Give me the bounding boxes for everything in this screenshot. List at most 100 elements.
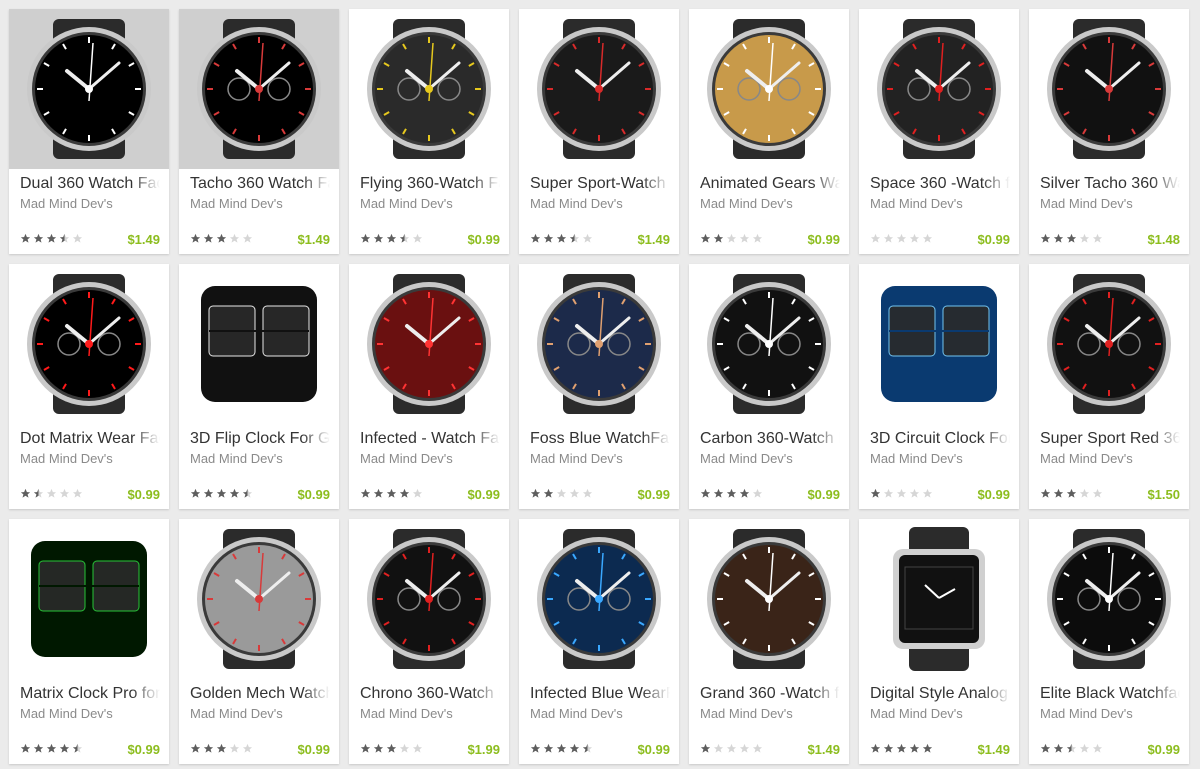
app-title[interactable]: Infected - Watch Face bbox=[360, 430, 500, 448]
app-developer[interactable]: Mad Mind Dev's bbox=[700, 196, 840, 211]
app-thumbnail[interactable] bbox=[1029, 519, 1189, 679]
app-developer[interactable]: Mad Mind Dev's bbox=[190, 196, 330, 211]
app-title[interactable]: 3D Flip Clock For Gear bbox=[190, 430, 330, 448]
app-developer[interactable]: Mad Mind Dev's bbox=[1040, 196, 1180, 211]
app-card[interactable]: Carbon 360-Watch Face Mad Mind Dev's $0.99 bbox=[689, 264, 849, 509]
app-title[interactable]: Elite Black Watchface bbox=[1040, 685, 1180, 703]
app-card[interactable]: 3D Flip Clock For Gear Mad Mind Dev's $0.9… bbox=[179, 264, 339, 509]
app-price[interactable]: $0.99 bbox=[127, 487, 160, 502]
app-developer[interactable]: Mad Mind Dev's bbox=[360, 451, 500, 466]
app-developer[interactable]: Mad Mind Dev's bbox=[1040, 451, 1180, 466]
app-developer[interactable]: Mad Mind Dev's bbox=[20, 706, 160, 721]
app-card[interactable]: Super Sport-Watch Face Mad Mind Dev's $1.4… bbox=[519, 9, 679, 254]
app-price[interactable]: $0.99 bbox=[637, 487, 670, 502]
app-title[interactable]: Infected Blue WearFace bbox=[530, 685, 670, 703]
app-price[interactable]: $0.99 bbox=[297, 487, 330, 502]
app-price[interactable]: $0.99 bbox=[297, 742, 330, 757]
app-price[interactable]: $0.99 bbox=[977, 487, 1010, 502]
app-title[interactable]: Space 360 -Watch face bbox=[870, 175, 1010, 193]
app-card[interactable]: Flying 360-Watch Face Mad Mind Dev's $0.99 bbox=[349, 9, 509, 254]
app-developer[interactable]: Mad Mind Dev's bbox=[360, 706, 500, 721]
app-price[interactable]: $0.99 bbox=[807, 487, 840, 502]
app-card[interactable]: Animated Gears Watch Face Mad Mind Dev's $… bbox=[689, 9, 849, 254]
app-card[interactable]: Digital Style Analog Mad Mind Dev's $1.49 bbox=[859, 519, 1019, 764]
app-developer[interactable]: Mad Mind Dev's bbox=[700, 451, 840, 466]
app-card[interactable]: Elite Black Watchface Mad Mind Dev's $0.99 bbox=[1029, 519, 1189, 764]
app-title[interactable]: Super Sport Red 360 bbox=[1040, 430, 1180, 448]
app-price[interactable]: $1.49 bbox=[807, 742, 840, 757]
app-developer[interactable]: Mad Mind Dev's bbox=[530, 451, 670, 466]
app-developer[interactable]: Mad Mind Dev's bbox=[190, 451, 330, 466]
app-title[interactable]: Silver Tacho 360 Watch Face bbox=[1040, 175, 1180, 193]
app-title[interactable]: Dual 360 Watch Face bbox=[20, 175, 160, 193]
app-card[interactable]: Infected - Watch Face Mad Mind Dev's $0.99 bbox=[349, 264, 509, 509]
app-title[interactable]: Dot Matrix Wear Face bbox=[20, 430, 160, 448]
app-thumbnail[interactable] bbox=[1029, 9, 1189, 169]
app-thumbnail[interactable] bbox=[179, 9, 339, 169]
app-thumbnail[interactable] bbox=[859, 9, 1019, 169]
app-thumbnail[interactable] bbox=[689, 519, 849, 679]
app-title[interactable]: Golden Mech Watch Face bbox=[190, 685, 330, 703]
app-card[interactable]: Space 360 -Watch face Mad Mind Dev's $0.99 bbox=[859, 9, 1019, 254]
app-price[interactable]: $1.49 bbox=[977, 742, 1010, 757]
app-thumbnail[interactable] bbox=[859, 264, 1019, 424]
app-thumbnail[interactable] bbox=[179, 264, 339, 424]
app-developer[interactable]: Mad Mind Dev's bbox=[870, 196, 1010, 211]
app-card[interactable]: Dual 360 Watch Face Mad Mind Dev's $1.49 bbox=[9, 9, 169, 254]
app-price[interactable]: $1.49 bbox=[297, 232, 330, 247]
app-price[interactable]: $0.99 bbox=[467, 232, 500, 247]
app-price[interactable]: $0.99 bbox=[977, 232, 1010, 247]
app-price[interactable]: $0.99 bbox=[467, 487, 500, 502]
app-thumbnail[interactable] bbox=[9, 9, 169, 169]
app-title[interactable]: Foss Blue WatchFace bbox=[530, 430, 670, 448]
app-thumbnail[interactable] bbox=[519, 9, 679, 169]
app-thumbnail[interactable] bbox=[859, 519, 1019, 679]
app-title[interactable]: Tacho 360 Watch Face bbox=[190, 175, 330, 193]
app-developer[interactable]: Mad Mind Dev's bbox=[530, 706, 670, 721]
app-thumbnail[interactable] bbox=[1029, 264, 1189, 424]
app-title[interactable]: Chrono 360-Watch Face bbox=[360, 685, 500, 703]
app-price[interactable]: $0.99 bbox=[807, 232, 840, 247]
app-thumbnail[interactable] bbox=[349, 519, 509, 679]
app-title[interactable]: Grand 360 -Watch face bbox=[700, 685, 840, 703]
app-title[interactable]: Carbon 360-Watch Face bbox=[700, 430, 840, 448]
app-card[interactable]: Infected Blue WearFace Mad Mind Dev's $0.9… bbox=[519, 519, 679, 764]
app-price[interactable]: $1.49 bbox=[637, 232, 670, 247]
app-developer[interactable]: Mad Mind Dev's bbox=[190, 706, 330, 721]
app-developer[interactable]: Mad Mind Dev's bbox=[20, 451, 160, 466]
app-developer[interactable]: Mad Mind Dev's bbox=[530, 196, 670, 211]
app-price[interactable]: $0.99 bbox=[127, 742, 160, 757]
app-title[interactable]: Matrix Clock Pro for Gear bbox=[20, 685, 160, 703]
app-price[interactable]: $1.50 bbox=[1147, 487, 1180, 502]
app-title[interactable]: Animated Gears Watch Face bbox=[700, 175, 840, 193]
app-card[interactable]: Dot Matrix Wear Face Mad Mind Dev's $0.99 bbox=[9, 264, 169, 509]
app-developer[interactable]: Mad Mind Dev's bbox=[20, 196, 160, 211]
app-developer[interactable]: Mad Mind Dev's bbox=[1040, 706, 1180, 721]
app-card[interactable]: Tacho 360 Watch Face Mad Mind Dev's $1.49 bbox=[179, 9, 339, 254]
app-price[interactable]: $1.99 bbox=[467, 742, 500, 757]
app-price[interactable]: $1.48 bbox=[1147, 232, 1180, 247]
app-thumbnail[interactable] bbox=[9, 264, 169, 424]
app-developer[interactable]: Mad Mind Dev's bbox=[870, 706, 1010, 721]
app-price[interactable]: $0.99 bbox=[637, 742, 670, 757]
app-thumbnail[interactable] bbox=[179, 519, 339, 679]
app-card[interactable]: Matrix Clock Pro for Gear Mad Mind Dev's $… bbox=[9, 519, 169, 764]
app-card[interactable]: 3D Circuit Clock For Gear Mad Mind Dev's $… bbox=[859, 264, 1019, 509]
app-card[interactable]: Golden Mech Watch Face Mad Mind Dev's $0.9… bbox=[179, 519, 339, 764]
app-thumbnail[interactable] bbox=[519, 519, 679, 679]
app-title[interactable]: Digital Style Analog bbox=[870, 685, 1010, 703]
app-card[interactable]: Silver Tacho 360 Watch Face Mad Mind Dev'… bbox=[1029, 9, 1189, 254]
app-title[interactable]: Super Sport-Watch Face bbox=[530, 175, 670, 193]
app-card[interactable]: Super Sport Red 360 Mad Mind Dev's $1.50 bbox=[1029, 264, 1189, 509]
app-title[interactable]: 3D Circuit Clock For Gear bbox=[870, 430, 1010, 448]
app-price[interactable]: $0.99 bbox=[1147, 742, 1180, 757]
app-thumbnail[interactable] bbox=[349, 9, 509, 169]
app-card[interactable]: Foss Blue WatchFace Mad Mind Dev's $0.99 bbox=[519, 264, 679, 509]
app-card[interactable]: Chrono 360-Watch Face Mad Mind Dev's $1.99 bbox=[349, 519, 509, 764]
app-thumbnail[interactable] bbox=[9, 519, 169, 679]
app-card[interactable]: Grand 360 -Watch face Mad Mind Dev's $1.49 bbox=[689, 519, 849, 764]
app-thumbnail[interactable] bbox=[349, 264, 509, 424]
app-developer[interactable]: Mad Mind Dev's bbox=[700, 706, 840, 721]
app-developer[interactable]: Mad Mind Dev's bbox=[870, 451, 1010, 466]
app-price[interactable]: $1.49 bbox=[127, 232, 160, 247]
